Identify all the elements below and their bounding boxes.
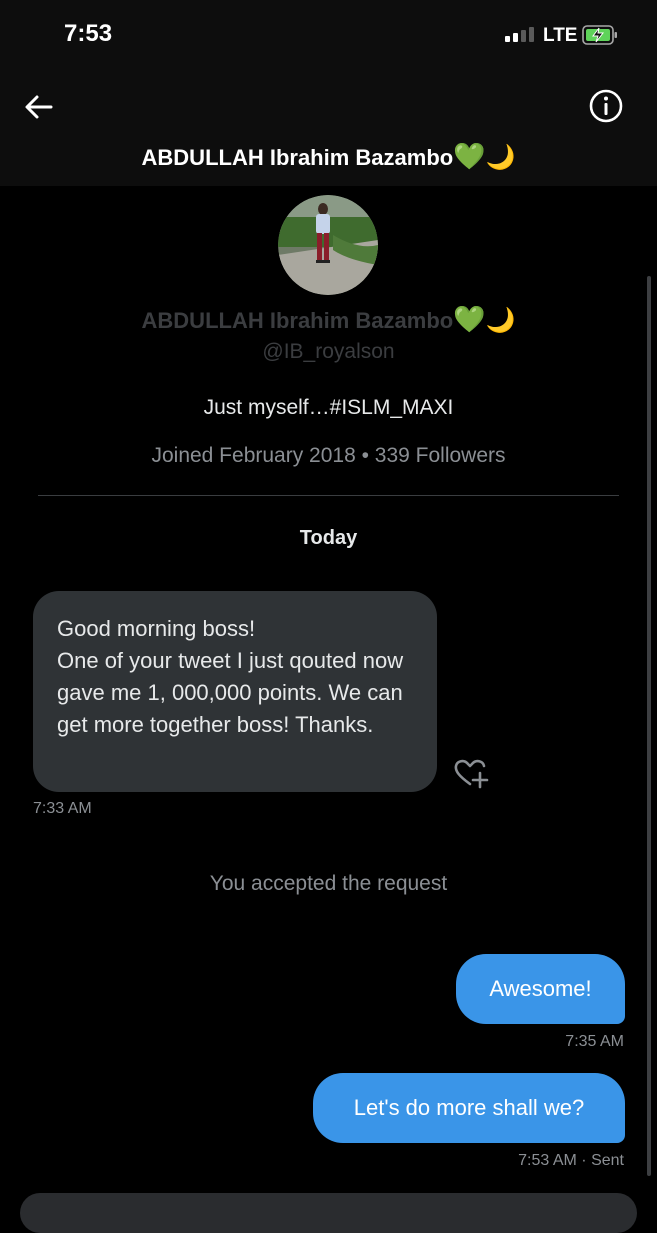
message-timestamp: 7:33 AM [33, 800, 92, 817]
day-separator: Today [299, 527, 358, 549]
message-status-timestamp: 7:53 AM · Sent [518, 1152, 624, 1169]
outgoing-message-bubble[interactable]: Let's do more shall we? [313, 1073, 625, 1143]
status-time: 7:53 [64, 20, 113, 47]
header-title-text: ABDULLAH Ibrahim Bazambo [141, 145, 454, 170]
heart-plus-icon[interactable] [453, 757, 489, 789]
incoming-message-bubble[interactable]: Good morning boss! One of your tweet I j… [33, 591, 437, 792]
green-heart-emoji: 💚 [453, 305, 486, 335]
network-label: LTE [543, 25, 578, 46]
green-heart-emoji: 💚 [453, 142, 486, 172]
message-timestamp: 7:35 AM [565, 1033, 624, 1050]
profile-joined-followers: Joined February 2018 • 339 Followers [151, 444, 506, 467]
profile-handle[interactable]: @IB_royalson [0, 340, 657, 364]
profile-bio: Just myself…#ISLM_MAXI [203, 396, 454, 419]
message-composer[interactable] [20, 1193, 637, 1233]
divider [38, 495, 619, 496]
outgoing-message-bubble[interactable]: Awesome! [456, 954, 625, 1024]
crescent-moon-emoji: 🌙 [485, 306, 516, 334]
back-arrow-icon[interactable] [22, 90, 56, 124]
scrollbar[interactable] [647, 276, 651, 1176]
conversation-header: ABDULLAH Ibrahim Bazambo💚🌙 [0, 70, 657, 186]
profile-name: ABDULLAH Ibrahim Bazambo💚🌙 [0, 305, 657, 335]
avatar[interactable] [278, 195, 378, 295]
header-title: ABDULLAH Ibrahim Bazambo💚🌙 [0, 142, 657, 172]
info-icon[interactable] [588, 88, 624, 124]
status-bar: 7:53 LTE [0, 0, 657, 70]
profile-name-text: ABDULLAH Ibrahim Bazambo [141, 308, 454, 333]
system-message: You accepted the request [209, 872, 448, 895]
signal-icon [505, 27, 534, 42]
crescent-moon-emoji: 🌙 [485, 143, 516, 171]
battery-charging-icon [582, 25, 617, 45]
